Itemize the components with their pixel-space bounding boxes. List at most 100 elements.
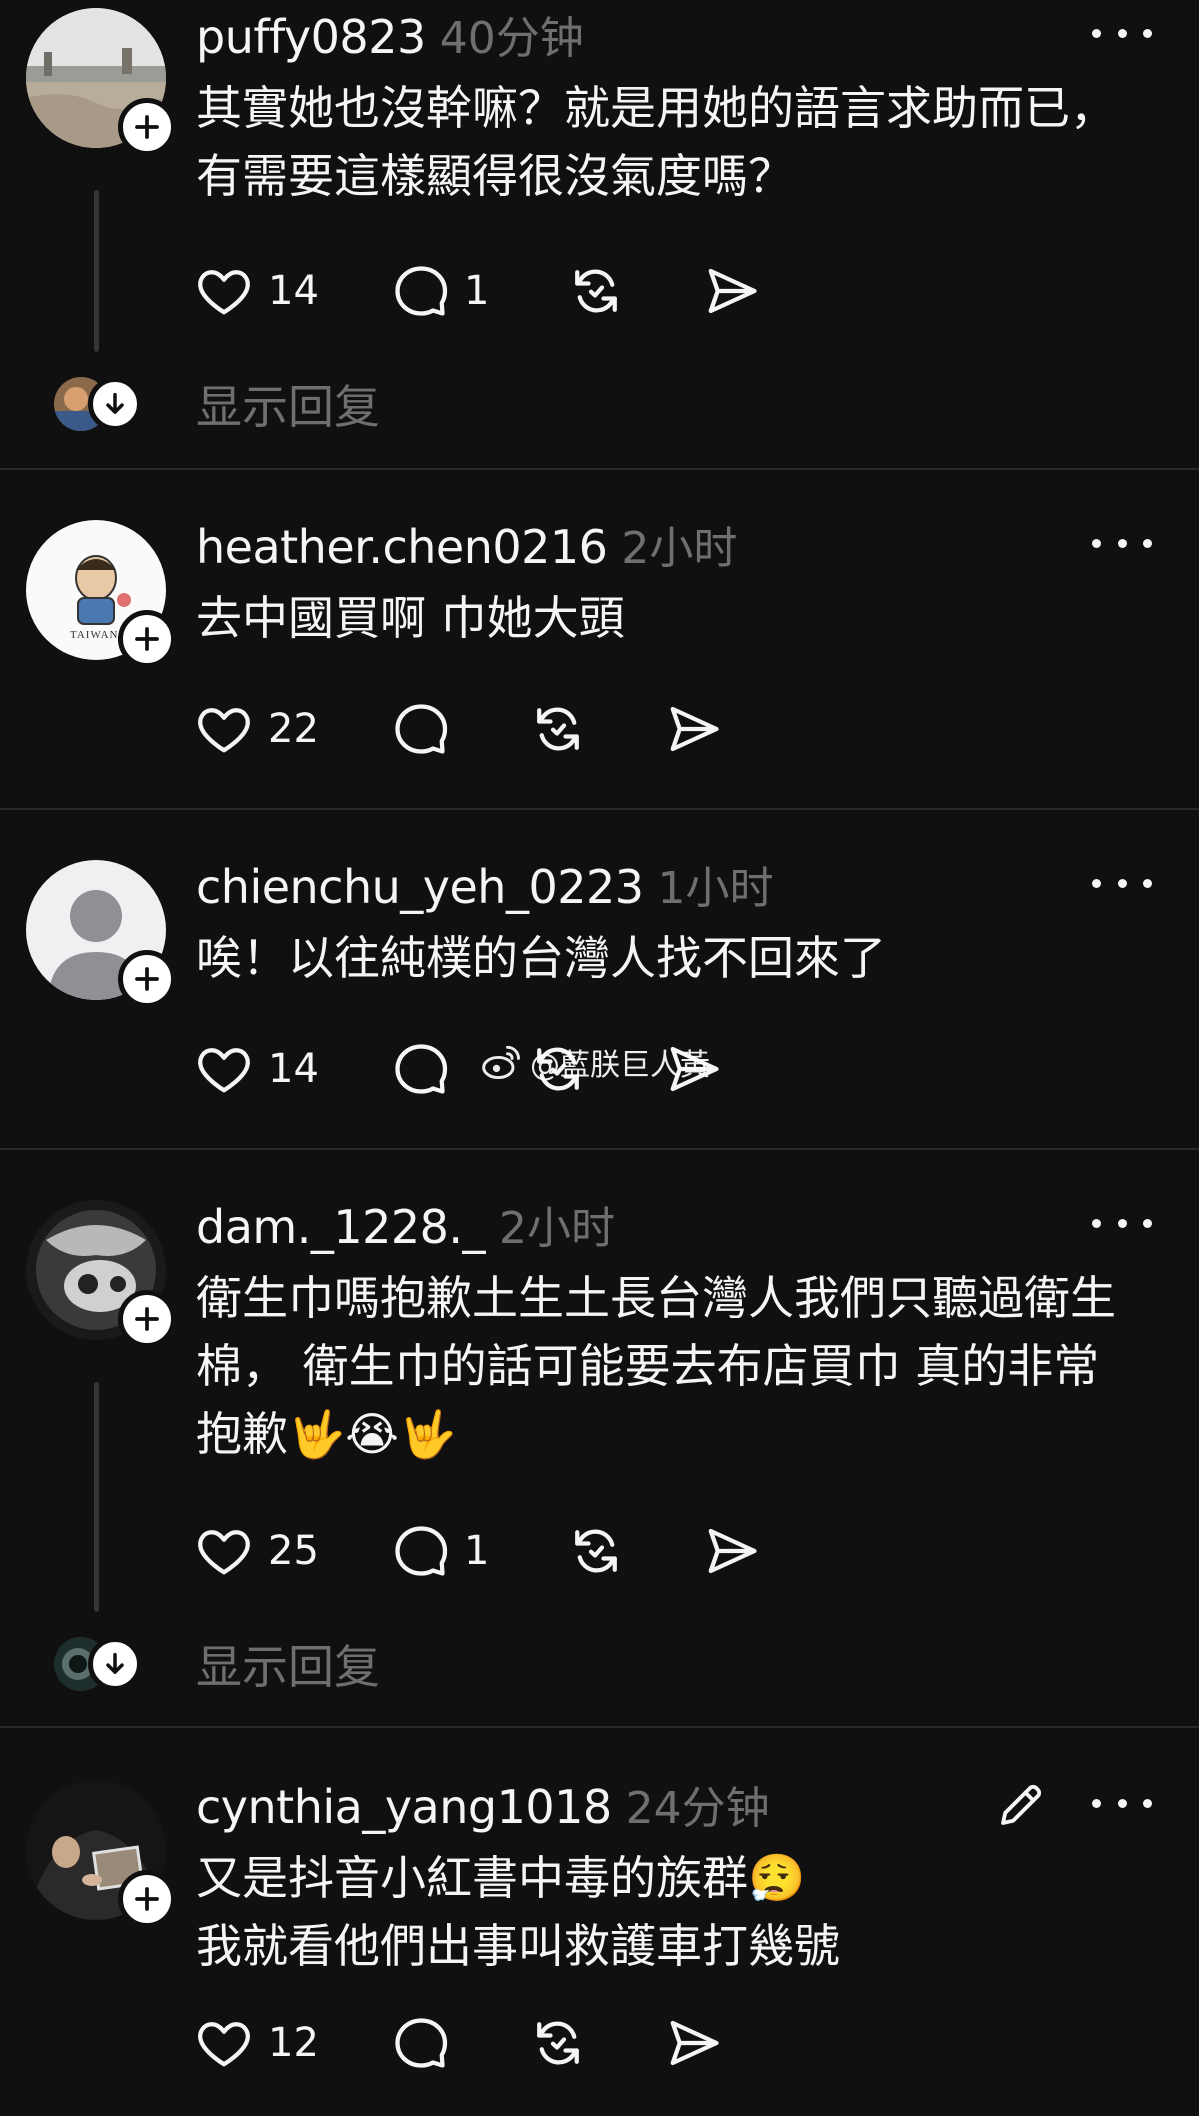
watermark: @藍朕巨人黃: [480, 1036, 710, 1088]
repost-button[interactable]: [566, 1516, 626, 1586]
text-line: 抱歉🤟😭🤟: [196, 1407, 457, 1461]
show-replies-row[interactable]: 显示回复: [0, 1632, 500, 1702]
arrow-down-icon[interactable]: [88, 377, 142, 431]
like-count: 14: [268, 1046, 319, 1092]
follow-plus-icon[interactable]: [118, 950, 176, 1008]
action-bar: 12: [194, 2008, 754, 2078]
text-line: 棉， 衛生巾的話可能要去布店買巾 真的非常: [196, 1339, 1100, 1393]
like-button[interactable]: 14: [194, 1034, 319, 1104]
repost-button[interactable]: [528, 694, 588, 764]
text-line: 有需要這樣顯得很沒氣度嗎？: [196, 149, 794, 203]
post-header: chienchu_yeh_0223 1小时: [196, 852, 774, 916]
post-item: TAIWAN heather.chen0216 2小时 去中國買啊 巾她大頭 2…: [0, 470, 1199, 810]
post-text: 唉！以往純樸的台灣人找不回來了: [196, 924, 1166, 992]
text-line: 又是抖音小紅書中毒的族群😮‍💨: [196, 1851, 806, 1905]
username[interactable]: dam._1228._: [196, 1200, 486, 1254]
action-bar: 14 1: [194, 256, 794, 326]
timestamp: 2小时: [621, 523, 738, 574]
reply-count: 1: [464, 268, 490, 314]
action-bar: 25 1: [194, 1516, 794, 1586]
share-button[interactable]: [702, 256, 762, 326]
reply-button[interactable]: [390, 2008, 450, 2078]
avatar-caption: TAIWAN: [70, 629, 119, 641]
like-button[interactable]: 12: [194, 2008, 319, 2078]
like-count: 25: [268, 1528, 319, 1574]
post-header: cynthia_yang1018 24分钟: [196, 1772, 770, 1836]
more-dots-icon[interactable]: [1092, 18, 1152, 48]
repost-icon: [528, 699, 588, 759]
action-bar: 22: [194, 694, 754, 764]
timestamp: 40分钟: [439, 13, 584, 64]
username[interactable]: cynthia_yang1018: [196, 1780, 612, 1834]
post-text: 又是抖音小紅書中毒的族群😮‍💨 我就看他們出事叫救護車打幾號: [196, 1844, 1166, 1980]
post-item: dam._1228._ 2小时 衛生巾嗎抱歉土生土長台灣人我們只聽過衛生 棉， …: [0, 1150, 1199, 1728]
thread-line: [94, 1382, 99, 1612]
arrow-down-icon[interactable]: [88, 1637, 142, 1691]
repost-icon: [566, 1521, 626, 1581]
follow-plus-icon[interactable]: [118, 1290, 176, 1348]
timestamp: 2小时: [499, 1203, 616, 1254]
more-dots-icon[interactable]: [1092, 868, 1152, 898]
like-count: 14: [268, 268, 319, 314]
post-header: dam._1228._ 2小时: [196, 1192, 615, 1256]
text-line: 衛生巾嗎抱歉土生土長台灣人我們只聽過衛生: [196, 1271, 1116, 1325]
comment-bubble-icon: [390, 1521, 450, 1581]
post-item: puffy0823 40分钟 其實她也沒幹嘛？就是用她的語言求助而已， 有需要這…: [0, 0, 1199, 470]
show-replies-row[interactable]: 显示回复: [0, 372, 500, 442]
post-text: 去中國買啊 巾她大頭: [196, 584, 1166, 652]
repost-button[interactable]: [566, 256, 626, 326]
follow-plus-icon[interactable]: [118, 98, 176, 156]
post-header: heather.chen0216 2小时: [196, 512, 737, 576]
like-count: 12: [268, 2020, 319, 2066]
pencil-icon[interactable]: [994, 1778, 1048, 1832]
send-icon: [702, 261, 762, 321]
comment-bubble-icon: [390, 261, 450, 321]
share-button[interactable]: [664, 694, 724, 764]
more-dots-icon[interactable]: [1092, 1208, 1152, 1238]
text-line: 我就看他們出事叫救護車打幾號: [196, 1919, 840, 1973]
send-icon: [664, 699, 724, 759]
timestamp: 24分钟: [625, 1783, 770, 1834]
send-icon: [702, 1521, 762, 1581]
timestamp: 1小时: [657, 863, 774, 914]
show-replies-label[interactable]: 显示回复: [196, 372, 380, 442]
more-dots-icon[interactable]: [1092, 1788, 1152, 1818]
repost-icon: [528, 2013, 588, 2073]
share-button[interactable]: [664, 2008, 724, 2078]
like-button[interactable]: 22: [194, 694, 319, 764]
heart-icon: [194, 261, 254, 321]
post-text: 其實她也沒幹嘛？就是用她的語言求助而已， 有需要這樣顯得很沒氣度嗎？: [196, 74, 1166, 210]
text-line: 唉！以往純樸的台灣人找不回來了: [196, 931, 886, 985]
reply-button[interactable]: 1: [390, 1516, 489, 1586]
reply-button[interactable]: 1: [390, 256, 489, 326]
post-header: puffy0823 40分钟: [196, 2, 584, 66]
follow-plus-icon[interactable]: [118, 1870, 176, 1928]
like-count: 22: [268, 706, 319, 752]
more-dots-icon[interactable]: [1092, 528, 1152, 558]
repost-button[interactable]: [528, 2008, 588, 2078]
follow-plus-icon[interactable]: [118, 610, 176, 668]
reply-button[interactable]: [390, 694, 450, 764]
post-item: chienchu_yeh_0223 1小时 唉！以往純樸的台灣人找不回來了 14: [0, 810, 1199, 1150]
text-line: 去中國買啊 巾她大頭: [196, 591, 625, 645]
comment-bubble-icon: [390, 1039, 450, 1099]
heart-icon: [194, 2013, 254, 2073]
comment-bubble-icon: [390, 699, 450, 759]
username[interactable]: chienchu_yeh_0223: [196, 860, 644, 914]
share-button[interactable]: [702, 1516, 762, 1586]
show-replies-label[interactable]: 显示回复: [196, 1632, 380, 1702]
username[interactable]: puffy0823: [196, 10, 426, 64]
username[interactable]: heather.chen0216: [196, 520, 608, 574]
watermark-text: @藍朕巨人黃: [530, 1048, 710, 1083]
heart-icon: [194, 1039, 254, 1099]
send-icon: [664, 2013, 724, 2073]
like-button[interactable]: 14: [194, 256, 319, 326]
post-item: cynthia_yang1018 24分钟 又是抖音小紅書中毒的族群😮‍💨 我就…: [0, 1728, 1199, 2116]
reply-count: 1: [464, 1528, 490, 1574]
weibo-icon: [482, 1045, 520, 1080]
text-line: 其實她也沒幹嘛？就是用她的語言求助而已，: [196, 81, 1116, 135]
reply-button[interactable]: [390, 1034, 450, 1104]
post-text: 衛生巾嗎抱歉土生土長台灣人我們只聽過衛生 棉， 衛生巾的話可能要去布店買巾 真的…: [196, 1264, 1166, 1468]
heart-icon: [194, 699, 254, 759]
like-button[interactable]: 25: [194, 1516, 319, 1586]
